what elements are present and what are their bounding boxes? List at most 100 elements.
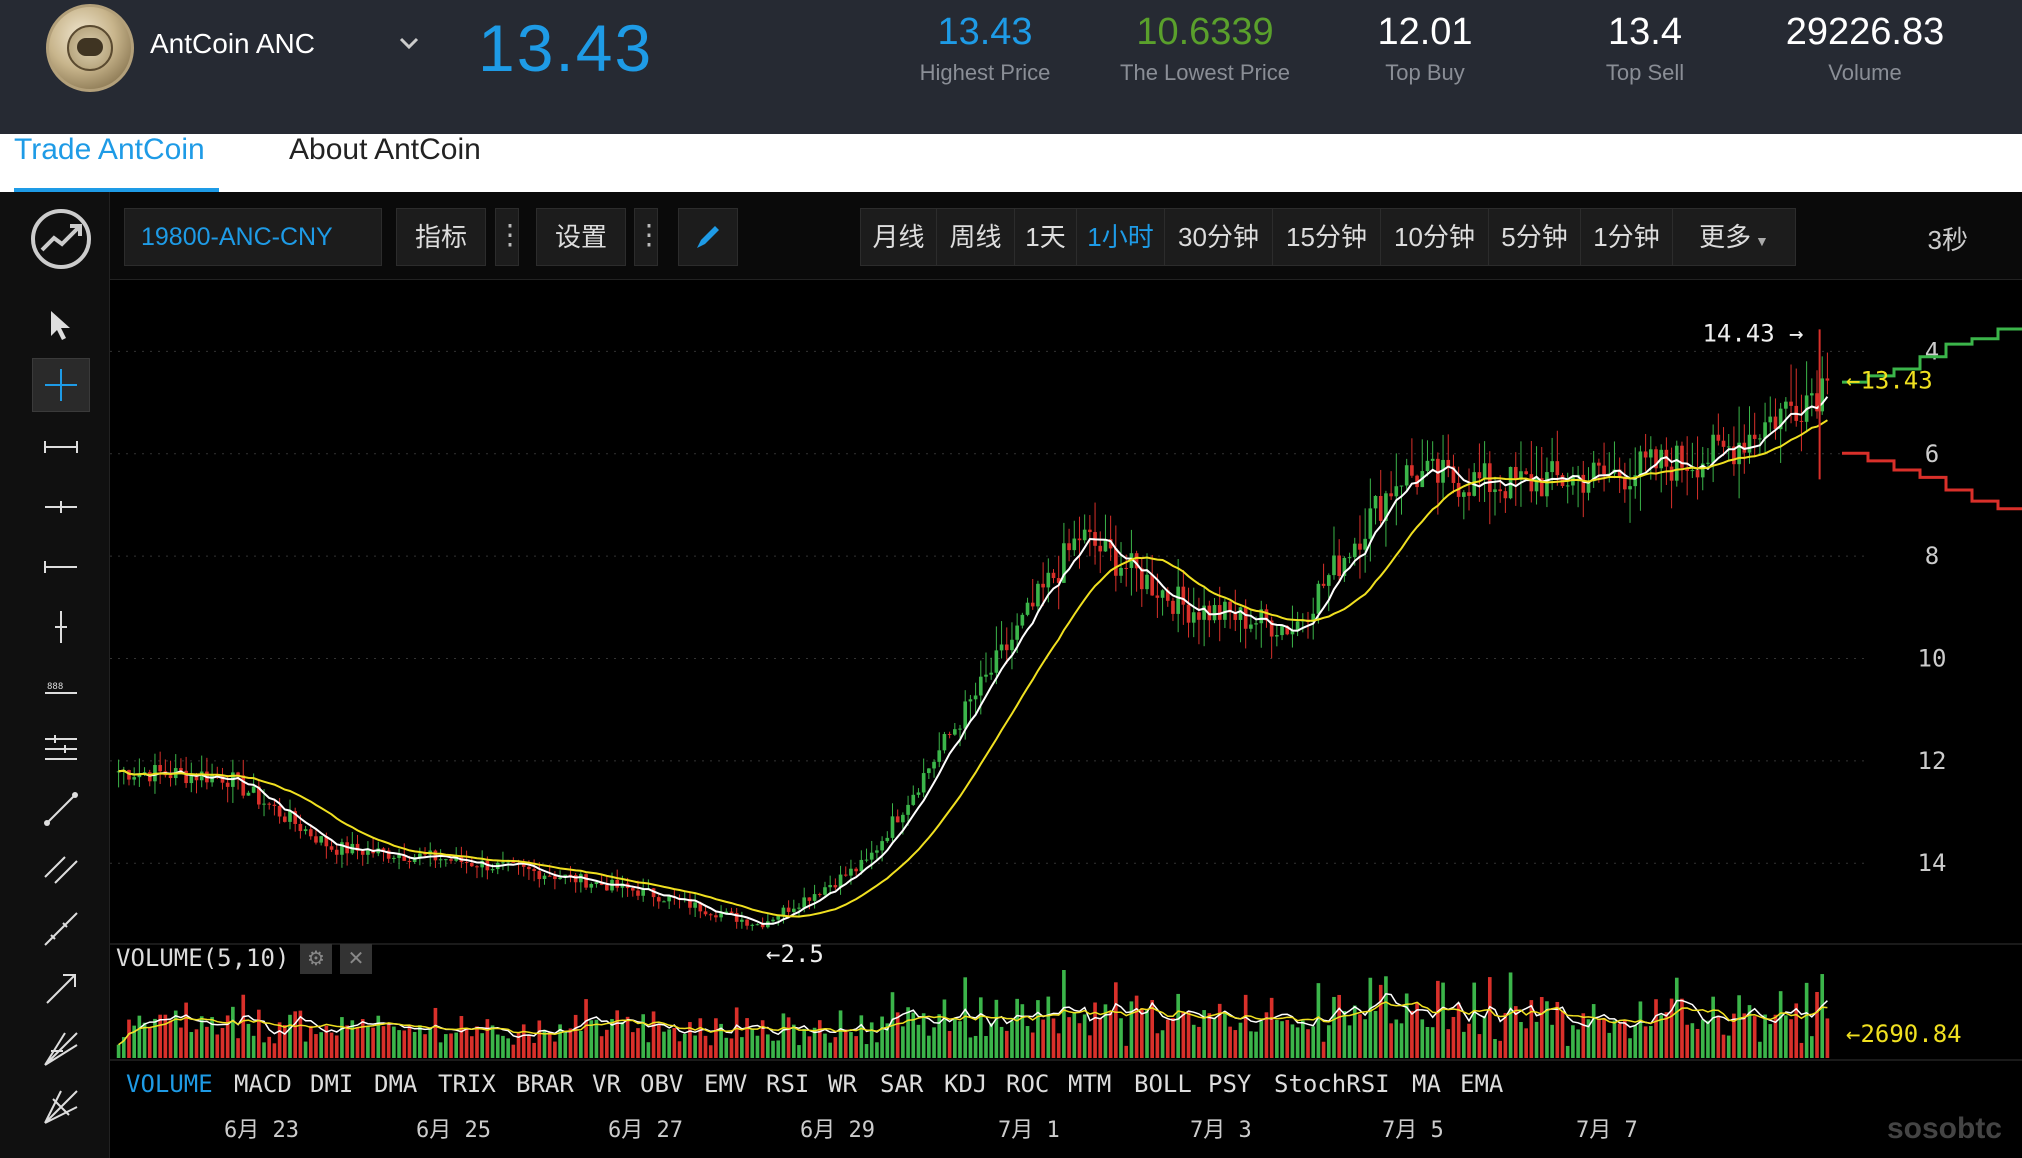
indicator-tab-emv[interactable]: EMV <box>704 1070 747 1098</box>
volume-bar <box>1815 991 1819 1058</box>
trend-line-icon[interactable] <box>32 782 90 836</box>
settings-button[interactable]: 设置 <box>536 208 626 266</box>
volume-bar <box>625 1016 630 1058</box>
candle-body <box>1139 568 1144 590</box>
gann-fan-icon[interactable] <box>32 1080 90 1134</box>
interval-15m[interactable]: 15分钟 <box>1273 209 1381 265</box>
extended-line-icon[interactable] <box>32 902 90 956</box>
indicator-tab-obv[interactable]: OBV <box>640 1070 683 1098</box>
volume-bar <box>537 1020 542 1058</box>
last-price: 13.43 <box>478 11 654 85</box>
volume-bar <box>189 1032 194 1058</box>
ma-line-white <box>118 396 1829 925</box>
indicator-tab-sar[interactable]: SAR <box>880 1070 923 1098</box>
indicator-tab-dmi[interactable]: DMI <box>310 1070 353 1098</box>
indicator-tab-volume[interactable]: VOLUME <box>126 1070 213 1098</box>
more-vertical-icon[interactable]: ⋮ <box>634 208 663 266</box>
parallel-channel-icon[interactable] <box>32 842 90 896</box>
pencil-icon[interactable] <box>678 208 738 266</box>
crosshair-icon[interactable] <box>32 358 90 412</box>
volume-bar <box>584 999 588 1058</box>
indicator-tab-wr[interactable]: WR <box>828 1070 857 1098</box>
horizontal-segment-icon[interactable] <box>32 540 90 594</box>
indicator-tab-dma[interactable]: DMA <box>374 1070 417 1098</box>
close-icon[interactable]: ✕ <box>340 944 372 974</box>
candle-body <box>1051 572 1056 579</box>
indicator-tab-stochrsi[interactable]: StochRSI <box>1274 1070 1390 1098</box>
volume-bar <box>314 1034 318 1058</box>
candle-body <box>859 859 864 872</box>
interval-30m[interactable]: 30分钟 <box>1165 209 1273 265</box>
candle-body <box>1275 635 1279 637</box>
arrow-line-icon[interactable] <box>32 962 90 1016</box>
indicator-tab-brar[interactable]: BRAR <box>516 1070 574 1098</box>
indicator-tab-macd[interactable]: MACD <box>234 1070 292 1098</box>
refresh-rate[interactable]: 3秒 <box>1928 220 1968 257</box>
volume-bar <box>1472 982 1477 1058</box>
candle-body <box>1565 485 1570 487</box>
price-label-icon[interactable]: 888 <box>32 660 90 714</box>
candle-body <box>1399 485 1404 487</box>
candle-body <box>158 765 162 772</box>
chevron-down-icon[interactable] <box>398 30 420 56</box>
candle-body <box>745 919 749 926</box>
interval-1d[interactable]: 1天 <box>1015 209 1077 265</box>
candle-body <box>314 836 318 843</box>
candle-body <box>901 814 905 823</box>
candle-body <box>392 857 396 859</box>
indicators-button[interactable]: 指标 <box>396 208 486 266</box>
interval-5m[interactable]: 5分钟 <box>1489 209 1581 265</box>
tab-about-antcoin[interactable]: About AntCoin <box>289 134 481 192</box>
parallel-lines-icon[interactable] <box>32 722 90 776</box>
gear-icon[interactable]: ⚙ <box>300 944 332 974</box>
chart-logo-icon[interactable] <box>30 208 92 270</box>
candle-body <box>168 775 173 779</box>
indicator-tab-kdj[interactable]: KDJ <box>944 1070 987 1098</box>
volume-bar <box>766 1034 770 1058</box>
candle-body <box>521 864 526 867</box>
tab-trade-antcoin[interactable]: Trade AntCoin <box>14 134 219 192</box>
svg-text:888: 888 <box>47 682 63 692</box>
indicator-tab-vr[interactable]: VR <box>592 1070 621 1098</box>
volume-bar <box>1373 1010 1378 1058</box>
indicator-tab-ema[interactable]: EMA <box>1460 1070 1503 1098</box>
fibonacci-fan-icon[interactable] <box>32 1022 90 1076</box>
cursor-arrow-icon[interactable] <box>32 298 90 352</box>
interval-more[interactable]: 更多 ▼ <box>1673 209 1795 265</box>
candle-body <box>1020 614 1025 626</box>
indicator-tab-psy[interactable]: PSY <box>1208 1070 1251 1098</box>
candle-body <box>786 907 791 912</box>
interval-10m[interactable]: 10分钟 <box>1381 209 1489 265</box>
candle-body <box>1119 567 1123 576</box>
coin-name[interactable]: AntCoin ANC <box>150 28 315 60</box>
candle-body <box>1394 486 1399 497</box>
volume-bar <box>1114 982 1118 1058</box>
horizontal-ray-icon[interactable] <box>32 420 90 474</box>
symbol-selector[interactable]: 19800-ANC-CNY <box>124 208 382 266</box>
volume-bar <box>1482 1015 1487 1058</box>
candle-body <box>989 672 993 675</box>
indicator-tab-rsi[interactable]: RSI <box>766 1070 809 1098</box>
volume-bar <box>464 1027 469 1058</box>
more-vertical-icon[interactable]: ⋮ <box>495 208 524 266</box>
interval-1h[interactable]: 1小时 <box>1077 209 1165 265</box>
date-tick: 6月 29 <box>800 1118 875 1143</box>
indicator-tab-mtm[interactable]: MTM <box>1068 1070 1111 1098</box>
volume-bar <box>527 1034 531 1058</box>
indicator-tab-trix[interactable]: TRIX <box>438 1070 496 1098</box>
indicator-tab-roc[interactable]: ROC <box>1006 1070 1049 1098</box>
interval-month[interactable]: 月线 <box>861 209 937 265</box>
candle-body <box>1758 438 1762 440</box>
candle-body <box>573 875 578 883</box>
volume-bar <box>662 1031 666 1058</box>
interval-1m[interactable]: 1分钟 <box>1581 209 1673 265</box>
price-chart[interactable]: 14 12 10 8 6 4 14.43 → ←2.5 ←13.43 ←2690.84 <box>110 280 2022 1064</box>
volume-bar <box>745 1018 749 1058</box>
stat-volume: 29226.83 Volume <box>1770 10 1960 86</box>
indicator-tab-ma[interactable]: MA <box>1412 1070 1441 1098</box>
vertical-line-icon[interactable] <box>32 600 90 654</box>
volume-bar <box>1716 1015 1721 1058</box>
interval-week[interactable]: 周线 <box>937 209 1015 265</box>
indicator-tab-boll[interactable]: BOLL <box>1134 1070 1192 1098</box>
horizontal-line-icon[interactable] <box>32 480 90 534</box>
